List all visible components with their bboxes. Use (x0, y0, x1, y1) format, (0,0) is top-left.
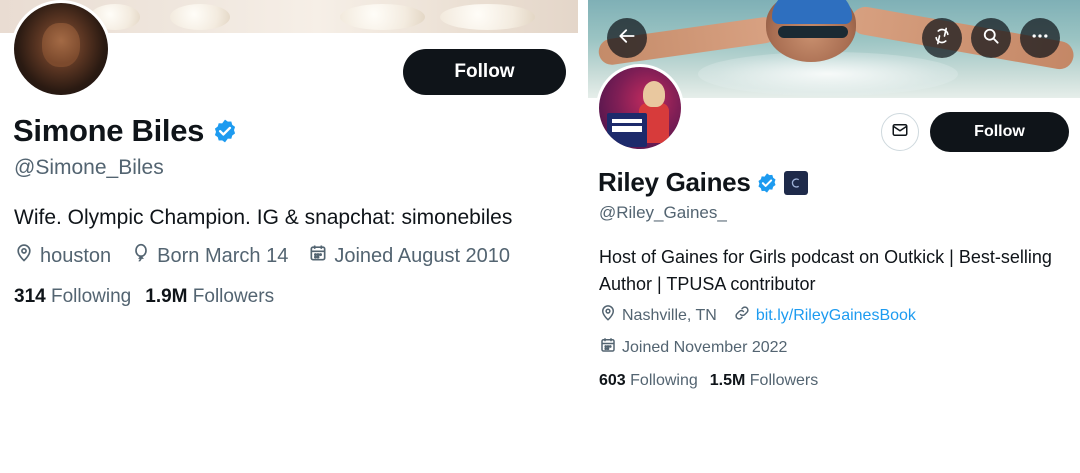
search-icon (981, 26, 1001, 51)
display-name: Riley Gaines (598, 167, 751, 197)
refresh-button[interactable] (922, 18, 962, 58)
more-button[interactable] (1020, 18, 1060, 58)
message-button[interactable] (881, 113, 919, 151)
more-icon (1030, 26, 1050, 51)
joined-item: Joined November 2022 (599, 336, 787, 359)
location-text: houston (40, 244, 112, 267)
website-link[interactable]: bit.ly/RileyGainesBook (756, 307, 916, 325)
profile-name: Simone Biles (13, 113, 238, 149)
location-item: Nashville, TN (599, 304, 717, 327)
joined-item: Joined August 2010 (308, 243, 510, 269)
location-text: Nashville, TN (622, 306, 717, 324)
calendar-icon (599, 336, 617, 359)
profile-handle: @Simone_Biles (14, 156, 164, 179)
avatar[interactable] (11, 0, 111, 98)
link-icon (733, 304, 751, 327)
followers-link[interactable]: 1.9M Followers (145, 286, 274, 308)
profile-handle: @Riley_Gaines_ (599, 203, 727, 222)
search-button[interactable] (971, 18, 1011, 58)
joined-text: Joined November 2022 (622, 338, 788, 356)
profile-name: Riley Gaines (598, 167, 809, 198)
profile-meta: houston Born March 14 Joined August 2010 (14, 243, 530, 269)
follow-button[interactable]: Follow (403, 49, 566, 95)
profile-bio: Wife. Olympic Champion. IG & snapchat: s… (14, 206, 513, 229)
followers-link[interactable]: 1.5M Followers (710, 372, 819, 390)
location-pin-icon (599, 304, 617, 327)
website-item[interactable]: bit.ly/RileyGainesBook (733, 304, 916, 327)
location-item: houston (14, 243, 111, 269)
calendar-icon (308, 243, 328, 269)
following-link[interactable]: 314 Following (14, 286, 131, 308)
back-button[interactable] (607, 18, 647, 58)
following-link[interactable]: 603 Following (599, 372, 698, 390)
back-arrow-icon (617, 26, 637, 51)
follow-button[interactable]: Follow (930, 112, 1069, 152)
affiliation-badge-icon[interactable] (784, 170, 809, 195)
profile-meta: Nashville, TN bit.ly/RileyGainesBook (599, 304, 932, 327)
display-name: Simone Biles (13, 113, 205, 148)
joined-text: Joined August 2010 (334, 244, 511, 267)
profile-panel-riley: Follow Riley Gaines @Riley_Gaines_ Host … (588, 0, 1080, 473)
follow-stats: 603 Following 1.5M Followers (599, 372, 818, 390)
balloon-icon (131, 243, 151, 269)
verified-badge-icon[interactable] (212, 118, 238, 144)
profile-bio: Host of Gaines for Girls podcast on Outk… (599, 247, 1052, 294)
verified-badge-icon[interactable] (756, 172, 778, 194)
envelope-icon (891, 121, 909, 144)
refresh-icon (932, 26, 952, 51)
birthday-text: Born March 14 (157, 244, 289, 267)
profile-panel-simone: Follow Simone Biles @Simone_Biles Wife. … (0, 0, 585, 473)
avatar[interactable] (596, 64, 684, 152)
follow-stats: 314 Following 1.9M Followers (14, 286, 274, 308)
location-pin-icon (14, 243, 34, 269)
birthday-item: Born March 14 (131, 243, 288, 269)
